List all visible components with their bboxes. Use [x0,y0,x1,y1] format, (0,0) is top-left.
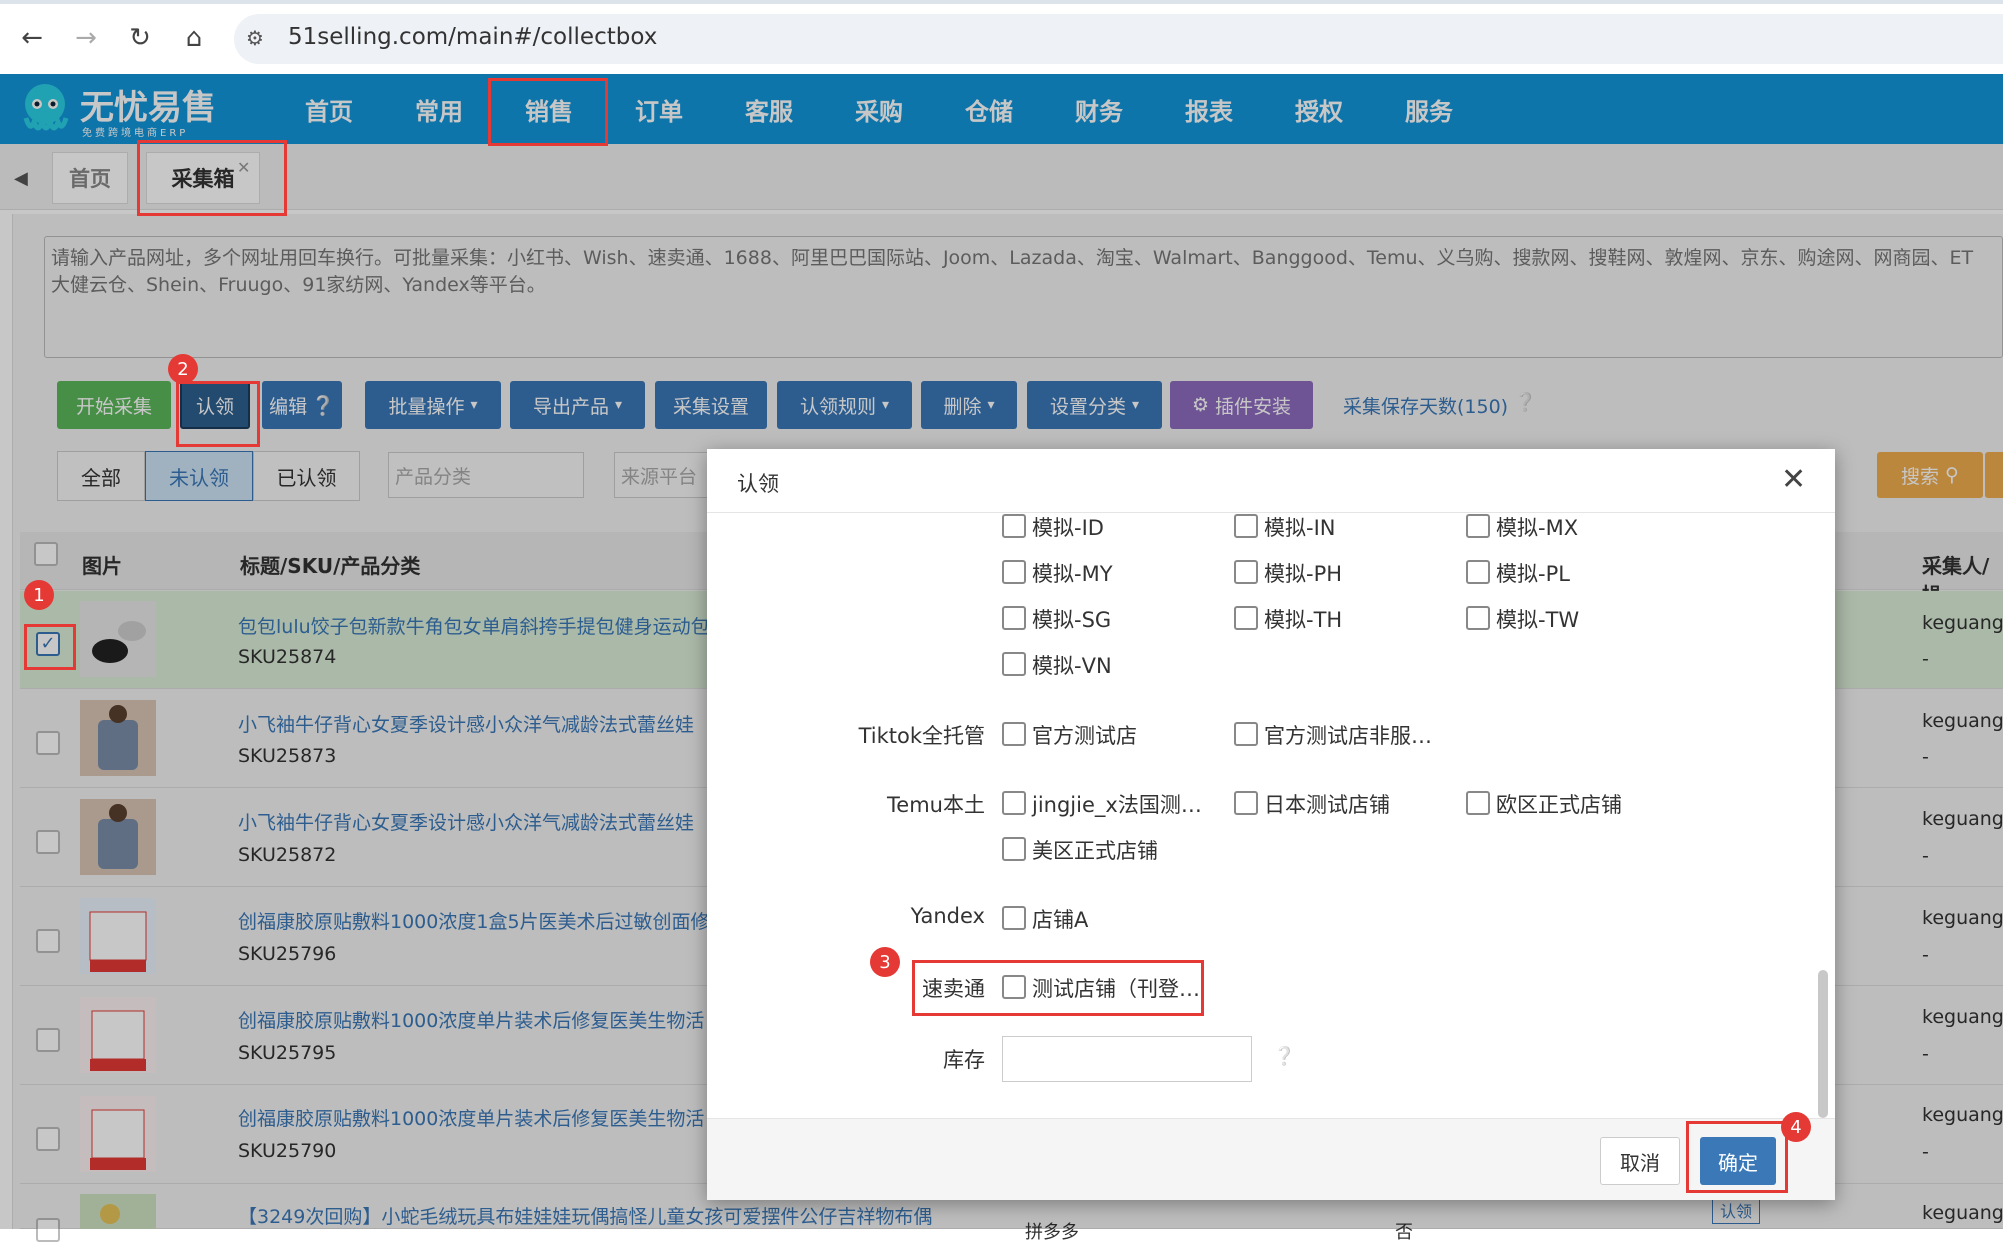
home-icon[interactable]: ⌂ [174,18,214,58]
reload-icon[interactable]: ↻ [120,18,160,58]
store-checkbox[interactable] [1234,791,1258,815]
store-checkbox[interactable] [1002,514,1026,538]
group-label-tiktok: Tiktok全托管 [858,724,985,748]
store-checkbox[interactable] [1466,560,1490,584]
store-checkbox[interactable] [1234,560,1258,584]
store-checkbox[interactable] [1002,791,1026,815]
store-label: 模拟-MX [1496,516,1579,540]
stock-input[interactable] [1002,1036,1252,1082]
site-info-icon[interactable]: ⚙ [246,26,264,50]
annotation-box-aliexpress [912,960,1204,1016]
store-label: 模拟-PL [1496,562,1570,586]
store-label: jingjie_x法国测… [1032,793,1202,817]
annotation-badge-4: 4 [1781,1112,1811,1142]
store-checkbox[interactable] [1466,606,1490,630]
dialog-scrollbar[interactable] [1818,970,1828,1118]
store-checkbox[interactable] [1234,606,1258,630]
store-label: 官方测试店 [1032,724,1137,748]
annotation-box-sales [488,78,608,146]
dialog-title: 认领 [737,472,779,496]
stock-label: 库存 [943,1048,985,1072]
group-label-temu: Temu本土 [887,793,985,817]
back-icon[interactable]: ← [12,18,52,58]
url-text: 51selling.com/main#/collectbox [288,24,658,50]
annotation-box-confirm [1686,1121,1788,1193]
store-label: 日本测试店铺 [1264,793,1390,817]
help-icon[interactable]: ❔ [1273,1046,1295,1067]
store-label: 模拟-ID [1032,516,1104,540]
store-checkbox[interactable] [1234,514,1258,538]
group-label-yandex: Yandex [910,904,985,928]
store-label: 官方测试店非服… [1264,724,1432,748]
annotation-badge-2: 2 [168,354,198,384]
cancel-button[interactable]: 取消 [1600,1137,1680,1185]
store-label: 模拟-MY [1032,562,1113,586]
store-checkbox[interactable] [1002,906,1026,930]
annotation-box-claim [176,381,260,447]
store-checkbox[interactable] [1466,514,1490,538]
store-checkbox[interactable] [1002,560,1026,584]
store-checkbox[interactable] [1002,652,1026,676]
annotation-badge-3: 3 [870,947,900,977]
store-checkbox[interactable] [1002,606,1026,630]
store-label: 模拟-PH [1264,562,1343,586]
close-icon[interactable]: ✕ [1781,462,1806,497]
store-label: 美区正式店铺 [1032,839,1158,863]
store-label: 店铺A [1032,908,1089,932]
store-label: 模拟-TH [1264,608,1343,632]
forward-icon[interactable]: → [66,18,106,58]
dialog-header [707,449,1835,513]
store-label: 欧区正式店铺 [1496,793,1622,817]
annotation-box-checkbox [24,624,76,670]
store-label: 模拟-IN [1264,516,1336,540]
store-label: 模拟-VN [1032,654,1112,678]
store-label: 模拟-SG [1032,608,1112,632]
annotation-box-collectbox [137,140,287,216]
store-checkbox[interactable] [1002,837,1026,861]
store-checkbox[interactable] [1234,722,1258,746]
annotation-badge-1: 1 [24,580,54,610]
store-label: 模拟-TW [1496,608,1580,632]
store-checkbox[interactable] [1466,791,1490,815]
store-checkbox[interactable] [1002,722,1026,746]
